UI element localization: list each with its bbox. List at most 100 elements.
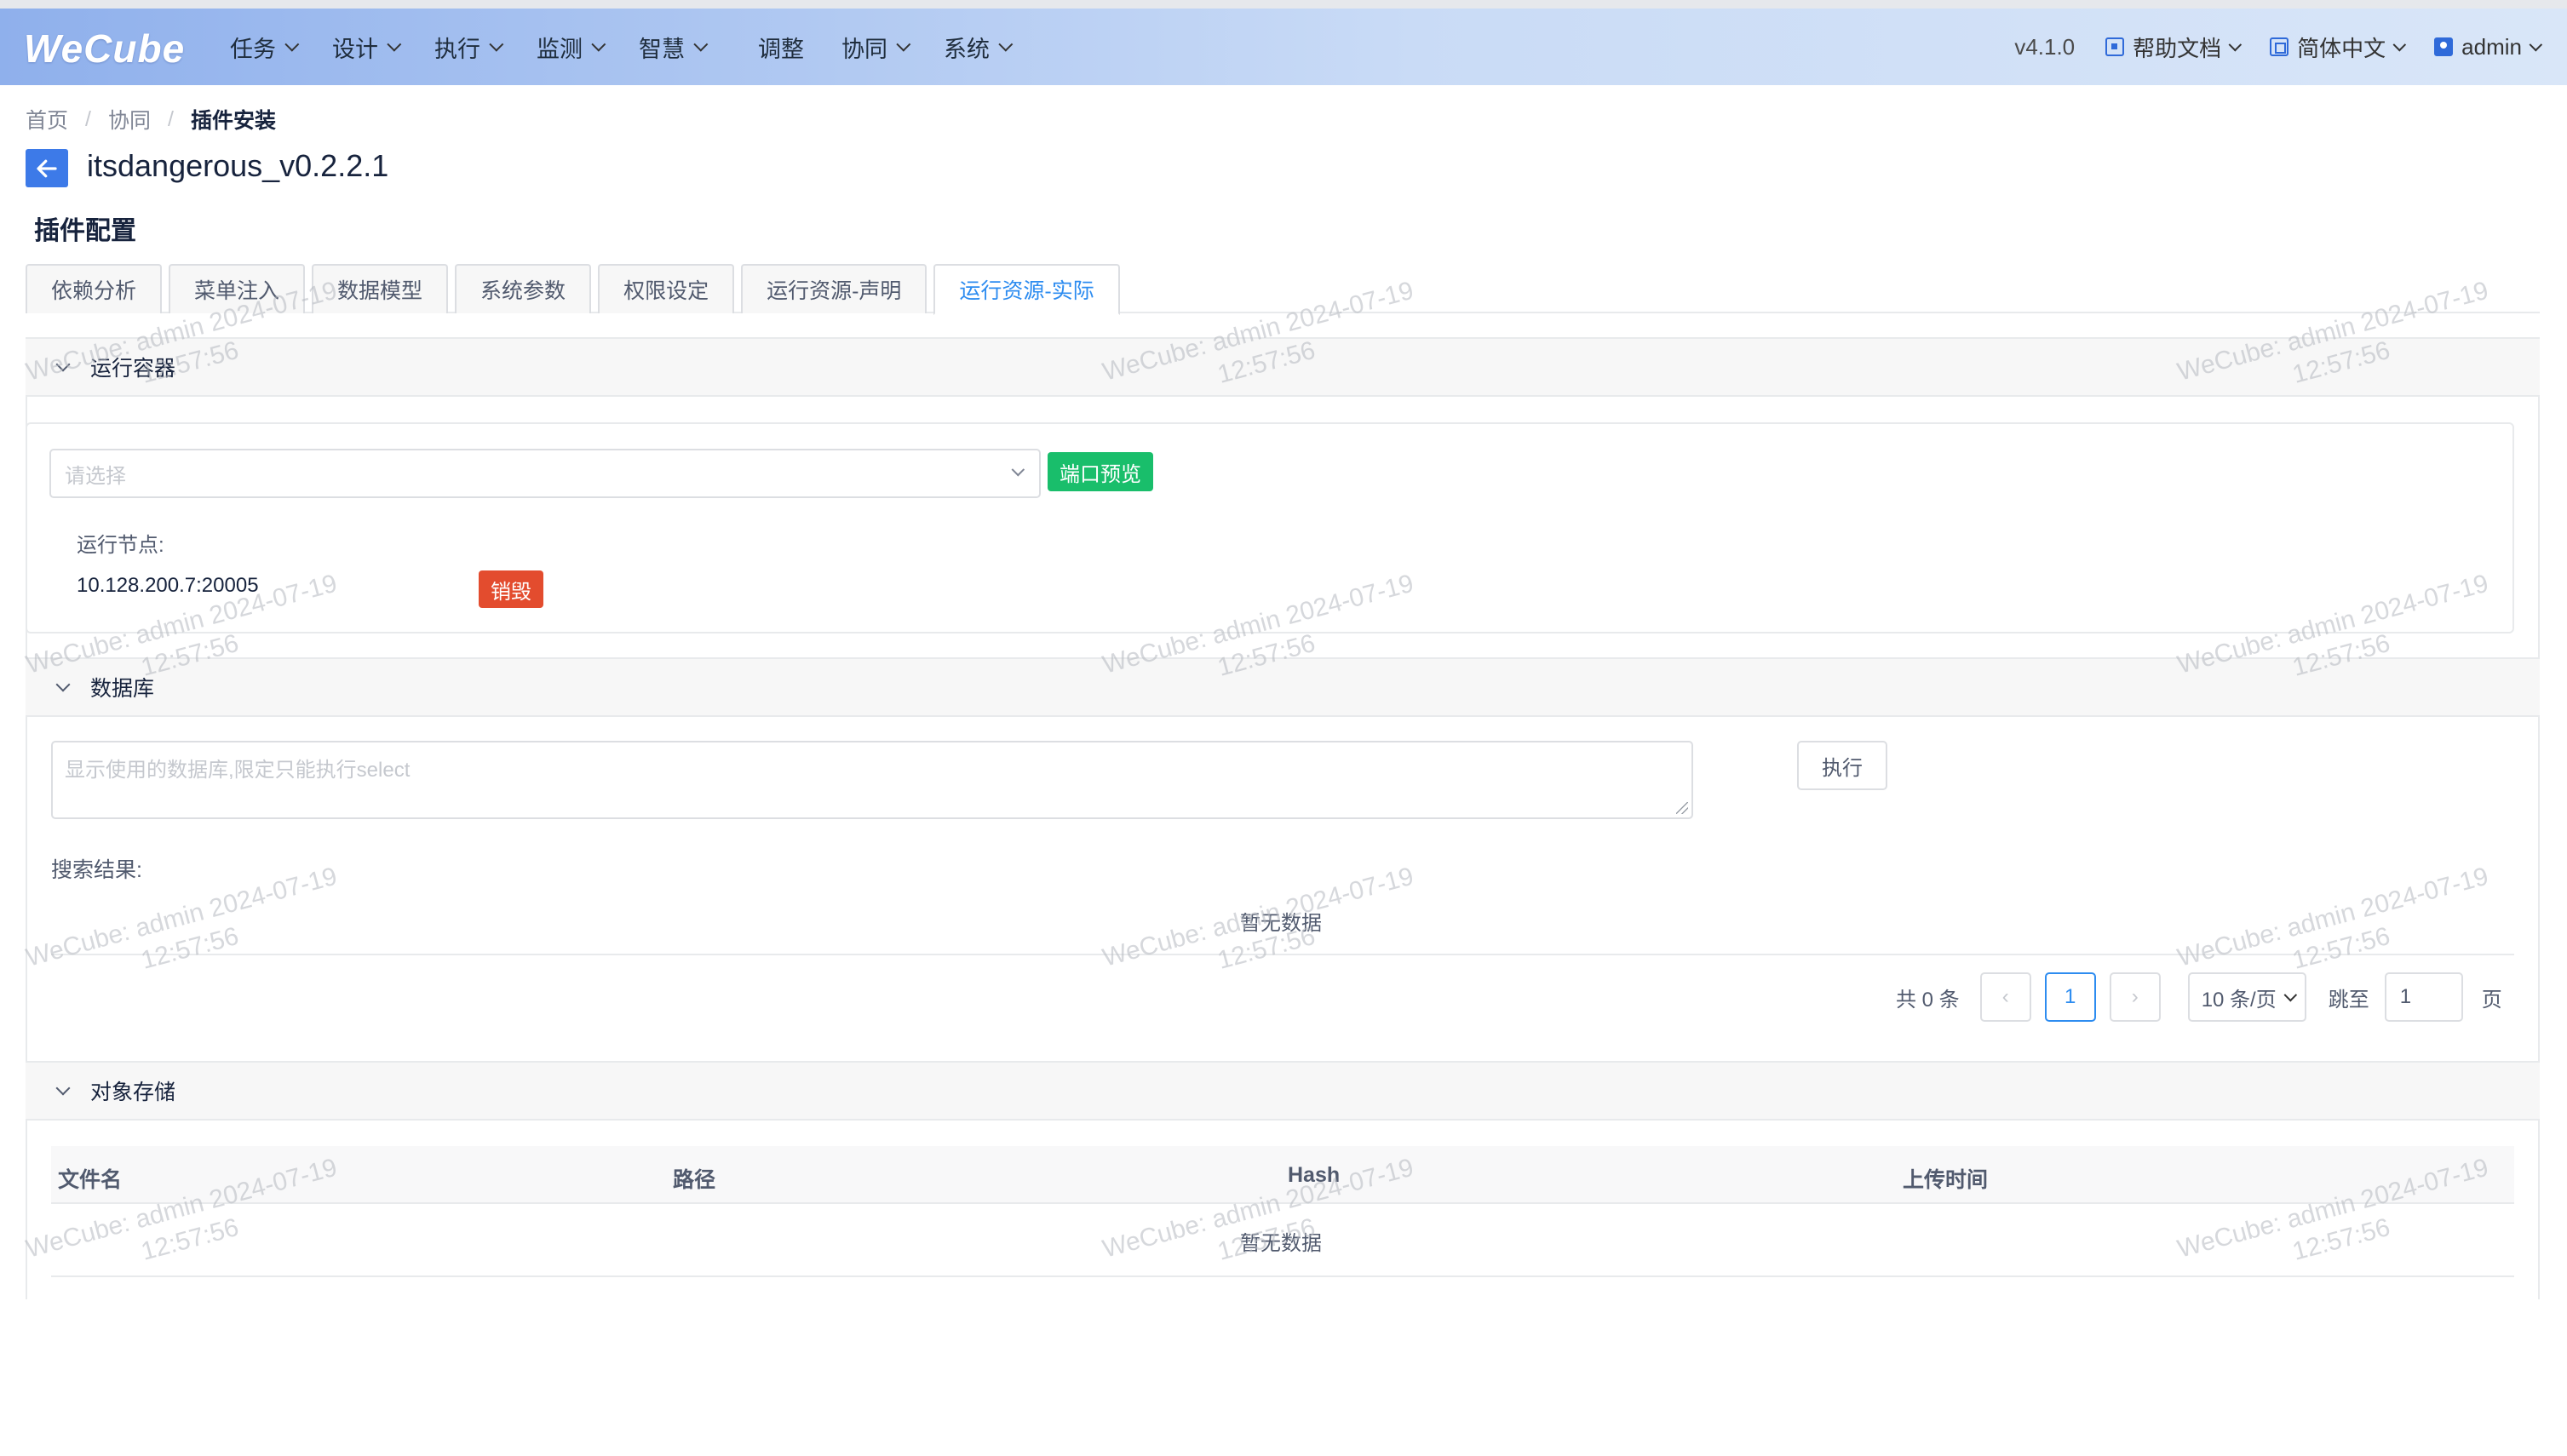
language-icon [2270,37,2289,56]
section-title: 插件配置 [29,209,148,252]
arrow-left-icon [37,159,57,177]
panel-header-database[interactable]: 数据库 [26,657,2540,717]
pager-page-button[interactable]: 1 [2044,972,2096,1022]
nav-label: 调整 [758,36,804,62]
chevron-down-icon [55,1081,71,1096]
column-header-upload-time: 上传时间 [1903,1168,1989,1192]
chevron-down-icon [2392,37,2407,51]
config-tabs: 依赖分析 菜单注入 数据模型 系统参数 权限设定 运行资源-声明 运行资源-实际 [26,264,2540,315]
breadcrumb-separator: / [167,106,174,131]
resize-handle-icon[interactable] [1676,802,1688,814]
run-node-value: 10.128.200.7:20005 [77,574,259,597]
chevron-down-icon [2283,988,2297,1001]
nav-item-design[interactable]: 设计 [332,31,402,64]
nav-item-task[interactable]: 任务 [230,31,300,64]
pagination: 共 0 条 ‹ 1 › 10 条/页 跳至 1 页 [1896,972,2502,1022]
page-size-value: 10 条/页 [2201,988,2277,1012]
panel-title: 运行容器 [90,357,176,381]
breadcrumb-parent[interactable]: 协同 [108,104,151,135]
back-button[interactable] [26,149,68,187]
header-right-menu: v4.1.0 帮助文档 简体中文 admin [2014,9,2543,85]
chevron-right-icon: › [2131,985,2139,1008]
chevron-down-icon [55,677,71,692]
nav-item-monitor[interactable]: 监测 [537,31,606,64]
tab-menu-injection[interactable]: 菜单注入 [169,264,306,313]
breadcrumb-current: 插件安装 [190,109,276,133]
nav-item-collaborate[interactable]: 协同 [841,31,911,64]
storage-table-header: 文件名 路径 Hash 上传时间 [51,1146,2514,1204]
breadcrumb: 首页 / 协同 / 插件安装 [26,104,276,135]
chevron-down-icon [2529,37,2543,51]
execute-button[interactable]: 执行 [1797,741,1887,790]
jump-page-input[interactable]: 1 [2384,972,2463,1022]
column-header-filename: 文件名 [58,1168,123,1192]
chevron-down-icon [55,357,71,372]
destroy-button[interactable]: 销毁 [479,570,543,608]
pager-total: 共 0 条 [1896,988,1960,1012]
user-menu[interactable]: admin [2434,33,2543,60]
tab-dependency-analysis[interactable]: 依赖分析 [26,264,163,313]
panel-header-storage[interactable]: 对象存储 [26,1061,2540,1121]
help-doc-icon [2105,37,2125,56]
nav-item-wisdom[interactable]: 智慧 [639,31,709,64]
page-title: itsdangerous_v0.2.2.1 [87,148,389,183]
chevron-down-icon [284,37,300,52]
select-placeholder: 请选择 [65,464,126,488]
breadcrumb-home[interactable]: 首页 [26,104,68,135]
pager-prev-button[interactable]: ‹ [1979,972,2031,1022]
version-label: v4.1.0 [2014,33,2076,60]
port-preview-button[interactable]: 端口预览 [1048,452,1153,491]
language-label: 简体中文 [2297,35,2386,61]
chevron-down-icon [998,37,1014,52]
chevron-down-icon [387,37,402,52]
top-navigation-bar: WeCube 任务 设计 执行 监测 智慧 调整 协同 系统 v4.1.0 帮助… [0,9,2567,85]
main-nav: 任务 设计 执行 监测 智慧 调整 协同 系统 [230,9,1046,85]
tab-system-params[interactable]: 系统参数 [455,264,592,313]
language-menu[interactable]: 简体中文 [2270,32,2407,63]
sql-textarea[interactable]: 显示使用的数据库,限定只能执行select [51,741,1693,819]
user-name: admin [2461,33,2522,60]
tab-permissions[interactable]: 权限设定 [598,264,735,313]
panel-title: 对象存储 [90,1081,176,1104]
nav-item-system[interactable]: 系统 [944,31,1014,64]
nav-label: 协同 [841,36,887,62]
nav-label: 任务 [230,36,276,62]
chevron-left-icon: ‹ [2001,985,2009,1008]
pager-next-button[interactable]: › [2109,972,2161,1022]
chevron-down-icon [896,37,911,52]
empty-state-text: 暂无数据 [1240,1232,1322,1255]
run-node-label: 运行节点: [77,534,164,557]
search-result-label: 搜索结果: [51,858,142,882]
help-docs-menu[interactable]: 帮助文档 [2105,32,2243,63]
panel-header-container[interactable]: 运行容器 [26,337,2540,397]
panel-title: 数据库 [90,677,155,701]
window-top-edge [0,0,2567,9]
page-unit-label: 页 [2481,988,2502,1012]
nav-item-execute[interactable]: 执行 [434,31,504,64]
nav-item-adjust[interactable]: 调整 [758,31,804,64]
nav-label: 系统 [944,36,990,62]
nav-label: 智慧 [639,36,685,62]
page-size-select[interactable]: 10 条/页 [2187,972,2306,1022]
breadcrumb-separator: / [85,106,91,131]
chevron-down-icon [2228,37,2243,51]
jump-label: 跳至 [2328,988,2369,1012]
chevron-down-icon [591,37,606,52]
tab-resources-actual[interactable]: 运行资源-实际 [933,264,1120,315]
chevron-down-icon [489,37,504,52]
tab-data-model[interactable]: 数据模型 [312,264,449,313]
user-icon [2434,37,2454,56]
column-header-path: 路径 [673,1168,716,1192]
table-divider [51,954,2514,955]
nav-label: 执行 [434,36,480,62]
chevron-down-icon [1011,462,1025,477]
tab-resources-declared[interactable]: 运行资源-声明 [741,264,927,313]
table-divider [51,1275,2514,1277]
app-logo[interactable]: WeCube [24,26,185,72]
help-docs-label: 帮助文档 [2133,35,2222,61]
container-select[interactable]: 请选择 [49,449,1041,498]
column-header-hash: Hash [1288,1163,1341,1187]
textarea-placeholder: 显示使用的数据库,限定只能执行select [65,759,411,782]
chevron-down-icon [693,37,709,52]
empty-state-text: 暂无数据 [1240,912,1322,935]
